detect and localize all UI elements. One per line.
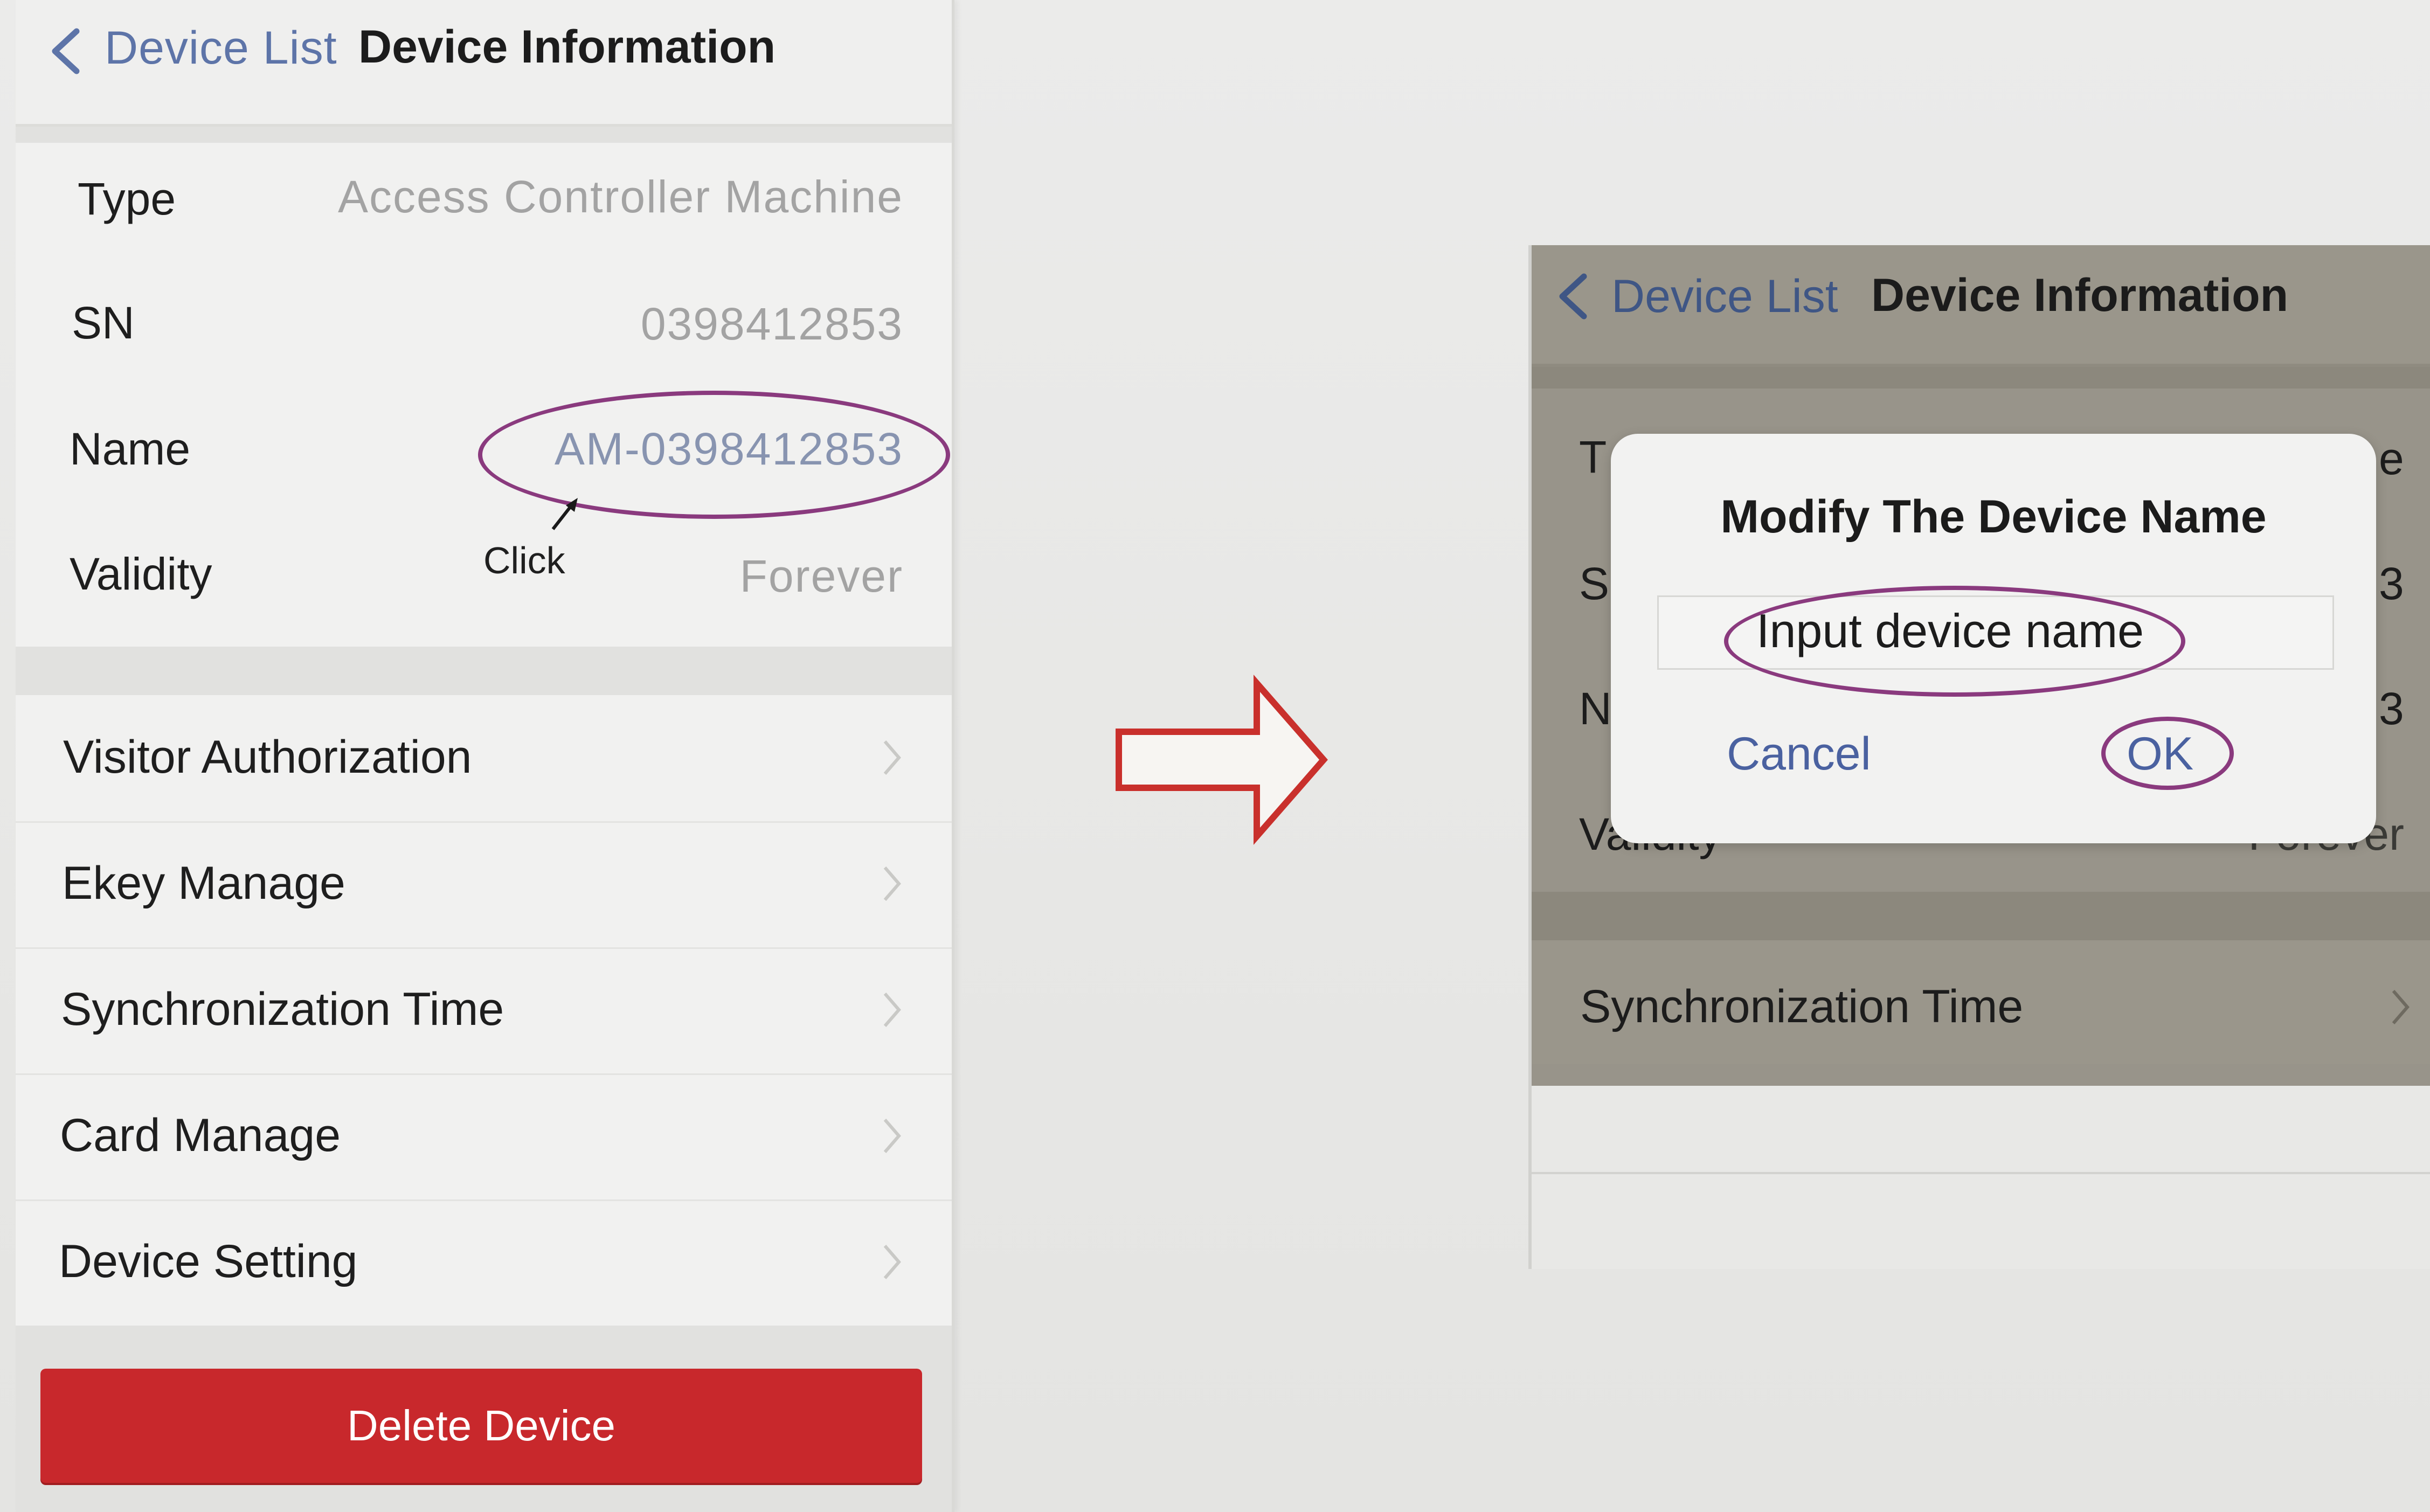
row-glyph-name-value: 3 xyxy=(2379,683,2404,734)
chevron-right-icon xyxy=(883,993,901,1027)
row-glyph-name: N xyxy=(1579,683,1612,734)
menu-item-ekey-manage[interactable]: Ekey Manage xyxy=(16,821,952,949)
menu-item-label: Ekey Manage xyxy=(62,857,345,909)
menu-item-device-setting[interactable]: Device Setting xyxy=(16,1199,952,1326)
info-row-name[interactable]: Name AM-0398412853 xyxy=(16,395,952,521)
divider-line xyxy=(1532,1172,2430,1174)
section-divider xyxy=(1532,892,2430,940)
validity-label: Validity xyxy=(70,549,212,599)
back-button-device-list: Device List xyxy=(1611,271,1838,322)
nav-bar: Device List Device Information xyxy=(16,0,952,127)
chevron-right-icon xyxy=(883,1245,901,1279)
menu-item-visitor-authorization[interactable]: Visitor Authorization xyxy=(16,695,952,823)
section-divider xyxy=(16,127,952,143)
sn-value: 0398412853 xyxy=(640,299,903,349)
tutorial-page: Device List Device Information Type Acce… xyxy=(0,0,2430,1512)
name-value[interactable]: AM-0398412853 xyxy=(555,423,903,475)
device-info-screen-dialog: Device List Device Information T e S 3 N… xyxy=(1528,245,2430,1269)
info-row-sn: SN 0398412853 xyxy=(16,269,952,395)
menu-item-card-manage[interactable]: Card Manage xyxy=(16,1073,952,1201)
row-glyph-type: T xyxy=(1579,432,1607,482)
device-name-placeholder: Input device name xyxy=(1756,604,2144,657)
chevron-right-icon xyxy=(883,1119,901,1153)
chevron-right-icon xyxy=(883,866,901,901)
back-button-device-list[interactable]: Device List xyxy=(105,22,337,75)
name-label: Name xyxy=(70,424,191,474)
device-menu: Visitor Authorization Ekey Manage Synchr… xyxy=(16,695,952,1326)
pointer-arrow-icon xyxy=(551,498,578,530)
type-label: Type xyxy=(78,174,176,224)
menu-item-label: Visitor Authorization xyxy=(63,731,472,783)
validity-value: Forever xyxy=(739,551,903,601)
delete-device-button[interactable]: Delete Device xyxy=(40,1369,922,1483)
menu-item-label: Card Manage xyxy=(60,1109,341,1161)
section-divider xyxy=(1532,367,2430,389)
right-arrow-icon xyxy=(1116,675,1328,845)
row-glyph-sn: S xyxy=(1579,558,1610,609)
page-title: Device Information xyxy=(358,21,776,73)
cancel-button[interactable]: Cancel xyxy=(1727,727,1871,781)
chevron-left-icon xyxy=(1559,273,1587,320)
chevron-right-icon xyxy=(2392,990,2410,1024)
ok-button[interactable]: OK xyxy=(2127,727,2193,781)
nav-bar: Device List Device Information xyxy=(1532,245,2430,367)
menu-item-synchronization-time: Synchronization Time xyxy=(1532,940,2430,1064)
menu-item-label: Synchronization Time xyxy=(1580,981,2024,1032)
sn-label: SN xyxy=(72,297,135,348)
modify-name-dialog: Modify The Device Name Input device name… xyxy=(1611,434,2376,843)
chevron-left-icon[interactable] xyxy=(47,27,85,75)
click-annotation: Click xyxy=(483,539,565,581)
row-glyph-type-value: e xyxy=(2379,433,2404,484)
type-value: Access Controller Machine xyxy=(337,171,903,222)
menu-item-label: Synchronization Time xyxy=(61,983,504,1035)
dialog-title: Modify The Device Name xyxy=(1720,491,2267,543)
menu-item-label: Device Setting xyxy=(59,1236,358,1287)
chevron-right-icon xyxy=(883,740,901,775)
info-row-type: Type Access Controller Machine xyxy=(16,143,952,269)
row-glyph-sn-value: 3 xyxy=(2379,558,2404,609)
device-info-screen: Device List Device Information Type Acce… xyxy=(16,0,954,1512)
menu-item-synchronization-time[interactable]: Synchronization Time xyxy=(16,947,952,1075)
section-divider xyxy=(16,647,952,695)
page-title: Device Information xyxy=(1871,269,2289,321)
